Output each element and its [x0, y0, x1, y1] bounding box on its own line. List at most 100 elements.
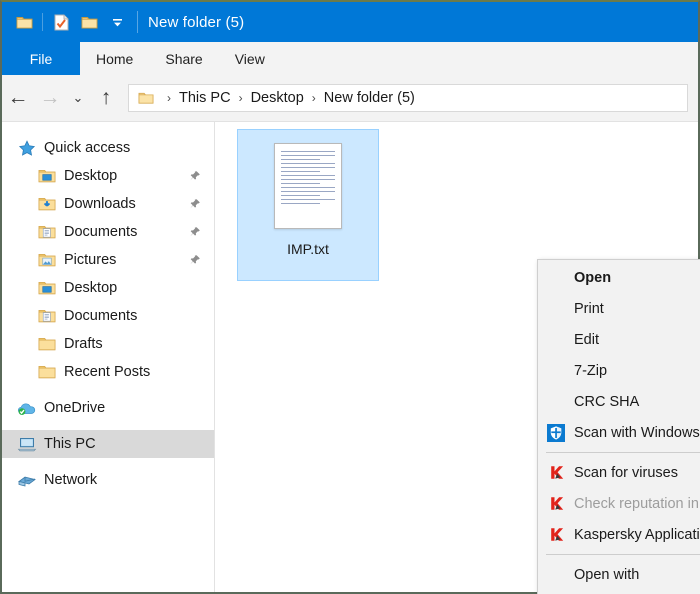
customize-dropdown-icon[interactable]: [103, 8, 131, 36]
ribbon-empty-area: [281, 42, 698, 75]
breadcrumb-separator: ›: [238, 91, 243, 105]
context-menu: Open Print Edit 7-Zip❯CRC SHA❯ Scan with Win…: [537, 259, 700, 594]
title-bar: New folder (5): [2, 2, 698, 42]
sidebar-item-label: Pictures: [64, 252, 117, 268]
sidebar-item-network[interactable]: Network: [2, 466, 214, 494]
pin-icon: [188, 198, 202, 210]
documents-folder-icon: [36, 306, 58, 326]
context-menu-item-label: Kaspersky Application Advisor: [574, 526, 700, 543]
pictures-folder-icon: [36, 250, 58, 270]
sidebar-item-this-pc[interactable]: This PC: [2, 430, 214, 458]
pin-icon: [188, 254, 202, 266]
context-menu-item-crc-sha[interactable]: CRC SHA❯: [538, 386, 700, 417]
sidebar-item-desktop[interactable]: Desktop: [2, 274, 214, 302]
kaspersky-icon: [542, 493, 570, 515]
sidebar-item-label: Downloads: [64, 196, 136, 212]
menu-item-no-icon: [542, 329, 570, 351]
address-bar-row: ← → ⌄ ↑ › This PC › Desktop › New folder…: [2, 75, 698, 122]
back-button[interactable]: ←: [2, 82, 34, 114]
sidebar-item-label: Desktop: [64, 168, 118, 184]
pin-icon: [188, 226, 202, 238]
new-folder-icon[interactable]: [75, 8, 103, 36]
folder-icon: [36, 334, 58, 354]
sidebar-item-label: Quick access: [44, 140, 131, 156]
explorer-body: Quick access Desktop Downloads Documents Pic…: [2, 122, 700, 594]
up-button[interactable]: ↑: [90, 82, 122, 114]
tab-share[interactable]: Share: [149, 42, 218, 75]
downloads-folder-icon: [36, 194, 58, 214]
context-menu-item-label: Scan with Windows Defender...: [574, 424, 700, 441]
breadcrumb-separator: ›: [167, 91, 171, 105]
sidebar-item-desktop[interactable]: Desktop: [2, 162, 214, 190]
star-icon: [16, 138, 38, 158]
sidebar-item-label: Network: [44, 472, 98, 488]
sidebar-item-label: Desktop: [64, 280, 118, 296]
recent-locations-button[interactable]: ⌄: [66, 82, 90, 114]
breadcrumb-separator: ›: [311, 91, 316, 105]
file-name-label: IMP.txt: [287, 241, 329, 257]
file-item[interactable]: IMP.txt: [237, 129, 379, 281]
sidebar-item-pictures[interactable]: Pictures: [2, 246, 214, 274]
sidebar-group-spacer: [2, 458, 214, 466]
context-menu-item-label: Check reputation in KSN: [574, 495, 700, 512]
address-bar[interactable]: › This PC › Desktop › New folder (5): [128, 84, 688, 112]
window-title: New folder (5): [148, 13, 245, 31]
breadcrumb-this-pc[interactable]: This PC: [175, 90, 235, 106]
documents-folder-icon: [36, 222, 58, 242]
context-menu-item-label: Edit: [574, 331, 599, 348]
context-menu-item-print[interactable]: Print: [538, 293, 700, 324]
kaspersky-icon: [542, 462, 570, 484]
sidebar-item-downloads[interactable]: Downloads: [2, 190, 214, 218]
context-menu-item-scan-for-viruses[interactable]: Scan for viruses: [538, 457, 700, 488]
folder-icon: [36, 362, 58, 382]
context-menu-item-open[interactable]: Open: [538, 262, 700, 293]
context-menu-item-edit[interactable]: Edit: [538, 324, 700, 355]
sidebar-item-label: This PC: [44, 436, 96, 452]
kaspersky-icon: [542, 524, 570, 546]
network-icon: [16, 470, 38, 490]
context-menu-item-7-zip[interactable]: 7-Zip❯: [538, 355, 700, 386]
context-menu-item-label: 7-Zip: [574, 362, 608, 379]
menu-item-no-icon: [542, 267, 570, 289]
context-menu-item-scan-with-windows-defender[interactable]: Scan with Windows Defender...: [538, 417, 700, 448]
properties-icon[interactable]: [47, 8, 75, 36]
breadcrumb-desktop[interactable]: Desktop: [247, 90, 308, 106]
onedrive-cloud-icon: [16, 398, 38, 418]
sidebar-item-recent-posts[interactable]: Recent Posts: [2, 358, 214, 386]
sidebar-item-drafts[interactable]: Drafts: [2, 330, 214, 358]
tab-file[interactable]: File: [2, 42, 80, 75]
title-divider: [137, 11, 138, 33]
context-menu-separator: [546, 554, 700, 555]
menu-item-no-icon: [542, 391, 570, 413]
sidebar-item-documents[interactable]: Documents: [2, 218, 214, 246]
navigation-pane: Quick access Desktop Downloads Documents Pic…: [2, 122, 214, 592]
menu-item-no-icon: [542, 298, 570, 320]
windows-defender-shield-icon: [542, 422, 570, 444]
breadcrumb-new-folder[interactable]: New folder (5): [320, 90, 419, 106]
sidebar-item-documents[interactable]: Documents: [2, 302, 214, 330]
properties-folder-icon[interactable]: [10, 8, 38, 36]
sidebar-item-label: OneDrive: [44, 400, 106, 416]
sidebar-item-onedrive[interactable]: OneDrive: [2, 394, 214, 422]
context-menu-separator: [546, 452, 700, 453]
desktop-folder-icon: [36, 278, 58, 298]
this-pc-icon: [16, 434, 38, 454]
quick-access-toolbar: [2, 8, 131, 36]
context-menu-item-label: Print: [574, 300, 604, 317]
file-list-pane: IMP.txt Open Print Edit 7-Zip❯CRC SHA❯ Scan …: [214, 122, 700, 594]
tab-view[interactable]: View: [219, 42, 281, 75]
sidebar-item-quick-access[interactable]: Quick access: [2, 134, 214, 162]
file-explorer-window: New folder (5) File Home Share View ← → …: [0, 0, 700, 594]
sidebar-group-spacer: [2, 422, 214, 430]
qat-divider: [42, 13, 43, 31]
tab-home[interactable]: Home: [80, 42, 149, 75]
context-menu-item-check-reputation-in-ksn: Check reputation in KSN: [538, 488, 700, 519]
forward-button: →: [39, 86, 61, 109]
menu-item-no-icon: [542, 564, 570, 586]
context-menu-item-label: CRC SHA: [574, 393, 640, 410]
text-document-icon: [274, 143, 342, 229]
context-menu-item-kaspersky-application-advisor[interactable]: Kaspersky Application Advisor: [538, 519, 700, 550]
sidebar-item-label: Recent Posts: [64, 364, 151, 380]
sidebar-item-label: Drafts: [64, 336, 103, 352]
context-menu-item-open-with[interactable]: Open with❯: [538, 559, 700, 590]
